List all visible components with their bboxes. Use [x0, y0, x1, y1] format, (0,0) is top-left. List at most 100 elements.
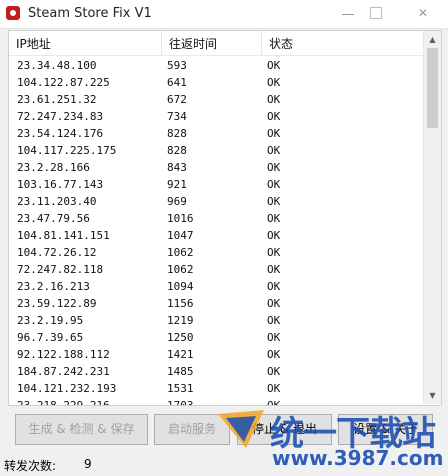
- table-row[interactable]: 104.121.232.193 1531 OK: [9, 380, 423, 397]
- close-button[interactable]: ✕: [412, 4, 434, 22]
- status-cell: OK: [267, 195, 281, 208]
- table-row[interactable]: 103.16.77.143 921 OK: [9, 176, 423, 193]
- ip-cell: 23.34.48.100: [17, 59, 97, 72]
- status-cell: OK: [267, 212, 281, 225]
- ip-cell: 23.2.28.166: [17, 161, 90, 174]
- status-cell: OK: [267, 110, 281, 123]
- ip-cell: 104.117.225.175: [17, 144, 117, 157]
- ip-cell: 23.54.124.176: [17, 127, 104, 140]
- table-row[interactable]: 72.247.82.118 1062 OK: [9, 261, 423, 278]
- latency-cell: 641: [167, 76, 187, 89]
- latency-cell: 1016: [167, 212, 194, 225]
- latency-cell: 1156: [167, 297, 194, 310]
- table-row[interactable]: 23.2.28.166 843 OK: [9, 159, 423, 176]
- ip-cell: 23.61.251.32: [17, 93, 97, 106]
- maximize-button[interactable]: [366, 4, 388, 22]
- status-cell: OK: [267, 144, 281, 157]
- latency-cell: 1047: [167, 229, 194, 242]
- status-cell: OK: [267, 178, 281, 191]
- latency-cell: 1062: [167, 263, 194, 276]
- window-title: Steam Store Fix V1: [28, 6, 152, 21]
- status-cell: OK: [267, 263, 281, 276]
- latency-cell: 828: [167, 144, 187, 157]
- table-row[interactable]: 184.87.242.231 1485 OK: [9, 363, 423, 380]
- status-cell: OK: [267, 76, 281, 89]
- forward-count-value: 9: [84, 457, 92, 471]
- table-row[interactable]: 104.117.225.175 828 OK: [9, 142, 423, 159]
- ip-cell: 104.121.232.193: [17, 382, 117, 395]
- minimize-icon: [342, 14, 354, 15]
- ip-cell: 96.7.39.65: [17, 331, 84, 344]
- forward-count-label: 转发次数:: [4, 459, 57, 473]
- latency-cell: 672: [167, 93, 187, 106]
- scroll-up-icon[interactable]: ▲: [424, 31, 441, 48]
- status-cell: OK: [267, 229, 281, 242]
- latency-cell: 1531: [167, 382, 194, 395]
- ip-cell: 23.47.79.56: [17, 212, 90, 225]
- table-row[interactable]: 23.61.251.32 672 OK: [9, 91, 423, 108]
- ip-cell: 23.59.122.89: [17, 297, 97, 310]
- status-cell: OK: [267, 246, 281, 259]
- latency-cell: 1094: [167, 280, 194, 293]
- ip-cell: 104.81.141.151: [17, 229, 110, 242]
- list-header: IP地址 往返时间 状态: [9, 31, 423, 56]
- site-watermark: 统一下载站 www.3987.com: [212, 404, 448, 476]
- maximize-icon: [370, 7, 382, 19]
- latency-cell: 969: [167, 195, 187, 208]
- generate-check-save-button[interactable]: 生成 & 检测 & 保存: [15, 414, 148, 445]
- status-cell: OK: [267, 314, 281, 327]
- app-logo-icon: [6, 6, 20, 20]
- scroll-down-icon[interactable]: ▼: [424, 387, 441, 404]
- table-row[interactable]: 23.54.124.176 828 OK: [9, 125, 423, 142]
- status-cell: OK: [267, 93, 281, 106]
- title-bar: Steam Store Fix V1 ✕: [0, 0, 448, 29]
- table-row[interactable]: 23.11.203.40 969 OK: [9, 193, 423, 210]
- ip-list-view[interactable]: IP地址 往返时间 状态 23.34.48.100 593 OK 104.122.87…: [8, 30, 442, 406]
- ip-cell: 23.218.229.216: [17, 399, 110, 406]
- ip-cell: 72.247.82.118: [17, 263, 104, 276]
- status-cell: OK: [267, 59, 281, 72]
- list-rows: 23.34.48.100 593 OK 104.122.87.225 641 OK 23.6…: [9, 57, 423, 406]
- ip-cell: 104.122.87.225: [17, 76, 110, 89]
- latency-cell: 1062: [167, 246, 194, 259]
- table-row[interactable]: 72.247.234.83 734 OK: [9, 108, 423, 125]
- column-header-latency[interactable]: 往返时间: [161, 31, 261, 55]
- table-row[interactable]: 104.72.26.12 1062 OK: [9, 244, 423, 261]
- ip-cell: 184.87.242.231: [17, 365, 110, 378]
- status-cell: OK: [267, 331, 281, 344]
- table-row[interactable]: 23.59.122.89 1156 OK: [9, 295, 423, 312]
- table-row[interactable]: 23.47.79.56 1016 OK: [9, 210, 423, 227]
- column-header-ip[interactable]: IP地址: [9, 31, 161, 55]
- table-row[interactable]: 23.2.19.95 1219 OK: [9, 312, 423, 329]
- status-cell: OK: [267, 382, 281, 395]
- latency-cell: 1485: [167, 365, 194, 378]
- vertical-scrollbar[interactable]: ▲ ▼: [423, 31, 441, 404]
- column-header-status[interactable]: 状态: [261, 31, 423, 55]
- latency-cell: 1250: [167, 331, 194, 344]
- status-cell: OK: [267, 297, 281, 310]
- ip-cell: 92.122.188.112: [17, 348, 110, 361]
- ip-cell: 104.72.26.12: [17, 246, 97, 259]
- status-cell: OK: [267, 127, 281, 140]
- table-row[interactable]: 104.81.141.151 1047 OK: [9, 227, 423, 244]
- table-row[interactable]: 92.122.188.112 1421 OK: [9, 346, 423, 363]
- ip-cell: 103.16.77.143: [17, 178, 104, 191]
- minimize-button[interactable]: [338, 4, 360, 22]
- table-row[interactable]: 23.2.16.213 1094 OK: [9, 278, 423, 295]
- table-row[interactable]: 23.34.48.100 593 OK: [9, 57, 423, 74]
- ip-cell: 72.247.234.83: [17, 110, 104, 123]
- latency-cell: 734: [167, 110, 187, 123]
- status-cell: OK: [267, 348, 281, 361]
- latency-cell: 593: [167, 59, 187, 72]
- ip-cell: 23.2.16.213: [17, 280, 90, 293]
- latency-cell: 828: [167, 127, 187, 140]
- watermark-logo-icon: [218, 410, 264, 448]
- table-row[interactable]: 104.122.87.225 641 OK: [9, 74, 423, 91]
- status-cell: OK: [267, 365, 281, 378]
- scroll-thumb[interactable]: [427, 48, 438, 128]
- table-row[interactable]: 96.7.39.65 1250 OK: [9, 329, 423, 346]
- status-cell: OK: [267, 280, 281, 293]
- watermark-url: www.3987.com: [272, 446, 444, 470]
- latency-cell: 1421: [167, 348, 194, 361]
- latency-cell: 921: [167, 178, 187, 191]
